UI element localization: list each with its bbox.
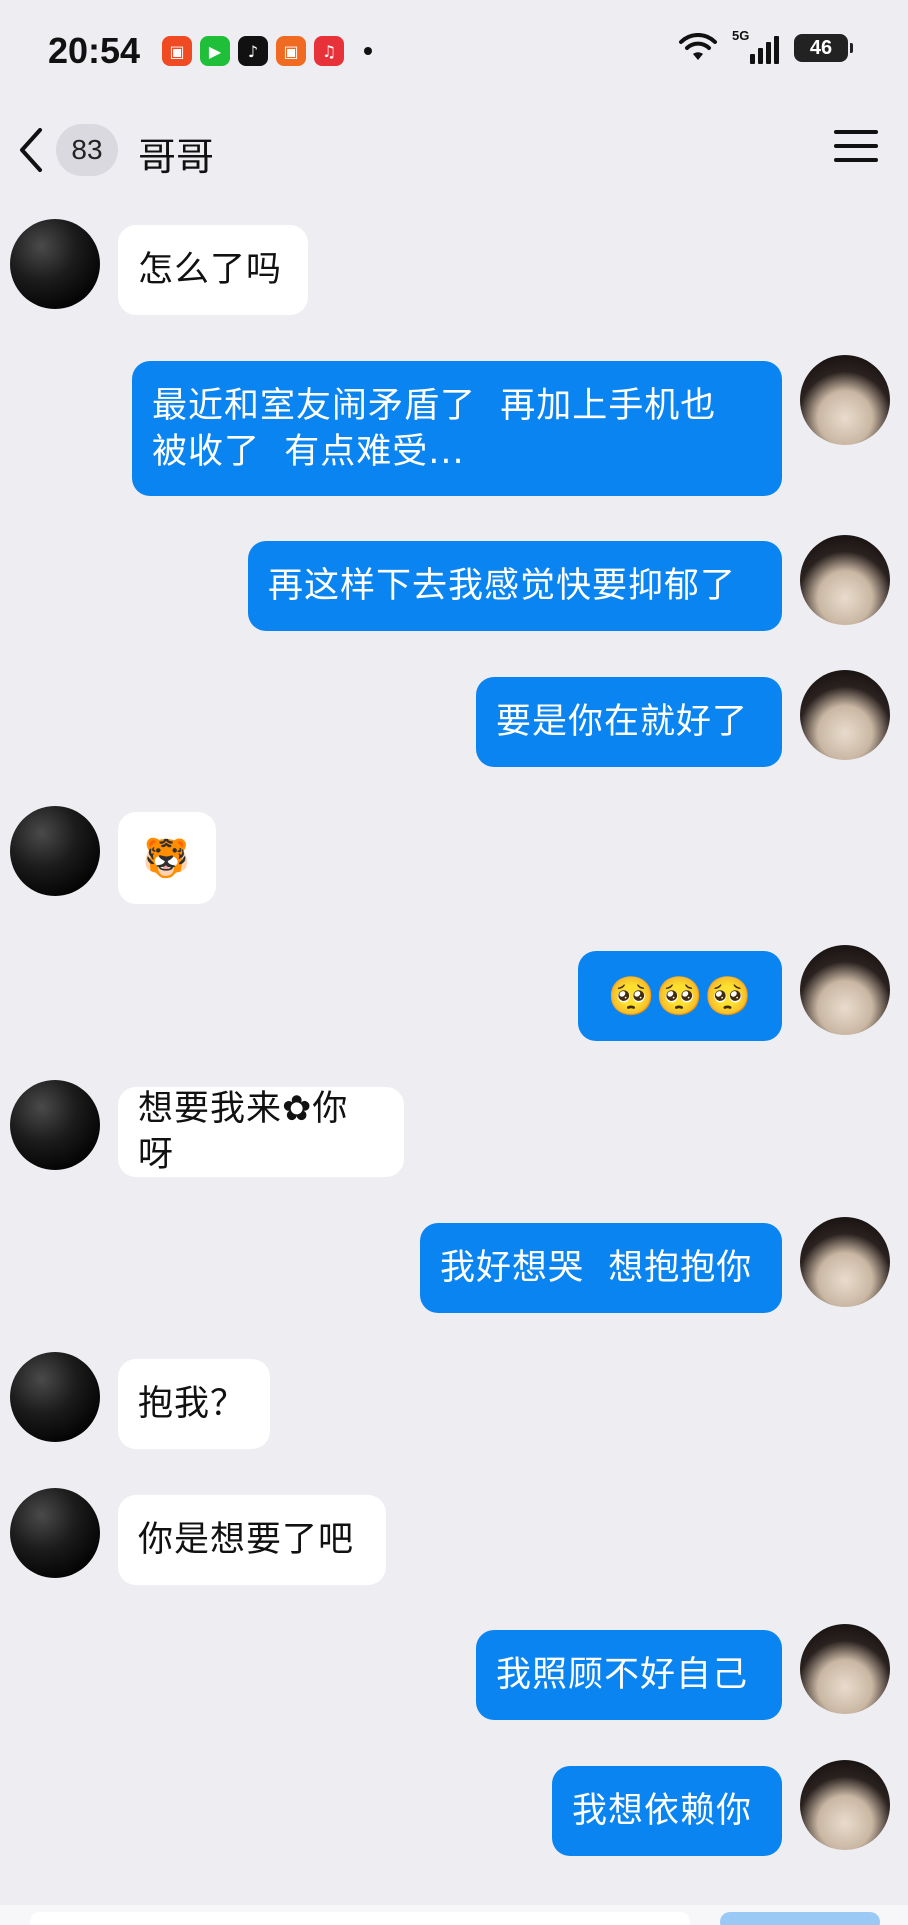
contact-avatar[interactable] xyxy=(10,1352,100,1442)
contact-avatar[interactable] xyxy=(10,219,100,309)
message-bubble-sent[interactable]: 🥺🥺🥺 xyxy=(578,951,782,1041)
message-bubble-received[interactable]: 怎么了吗 xyxy=(118,225,308,315)
menu-icon-line xyxy=(834,130,878,134)
battery-icon: 46 xyxy=(794,34,853,62)
kuaishou-speed-icon: ▣ xyxy=(276,36,306,66)
my-avatar[interactable] xyxy=(800,1624,890,1714)
menu-button[interactable] xyxy=(834,130,878,170)
pleading-face-icon: 🥺🥺🥺 xyxy=(607,974,753,1018)
message-bubble-sent[interactable]: 我想依赖你 xyxy=(552,1766,782,1856)
my-avatar[interactable] xyxy=(800,535,890,625)
cellular-signal-icon: 5G xyxy=(732,28,780,64)
contact-avatar[interactable] xyxy=(10,1080,100,1170)
contact-avatar[interactable] xyxy=(10,1488,100,1578)
my-avatar[interactable] xyxy=(800,355,890,445)
message-bubble-sent[interactable]: 我照顾不好自己 xyxy=(476,1630,782,1720)
network-type-label: 5G xyxy=(732,28,750,43)
send-button[interactable] xyxy=(720,1912,880,1925)
my-avatar[interactable] xyxy=(800,670,890,760)
message-input[interactable] xyxy=(30,1912,690,1925)
menu-icon-line xyxy=(834,144,878,148)
my-avatar[interactable] xyxy=(800,945,890,1035)
message-bubble-sent[interactable]: 我好想哭 想抱抱你 xyxy=(420,1223,782,1313)
tiger-sticker-icon: 🐯 xyxy=(142,836,192,880)
menu-icon-line xyxy=(834,158,878,162)
back-button[interactable] xyxy=(12,122,52,178)
contact-name: 哥哥 xyxy=(138,135,215,179)
battery-level: 46 xyxy=(809,36,833,59)
chat-screen: 20:54 ▣ ▶ ♪ ▣ ♫ 5G 46 83 哥哥 怎么了吗 最近和室友闹矛… xyxy=(0,0,908,1925)
status-bar: 20:54 ▣ ▶ ♪ ▣ ♫ 5G 46 xyxy=(0,0,908,100)
unread-count-badge[interactable]: 83 xyxy=(56,124,118,176)
my-avatar[interactable] xyxy=(800,1217,890,1307)
message-bubble-received[interactable]: 抱我？ xyxy=(118,1359,270,1449)
live-icon: ▶ xyxy=(200,36,230,66)
music-icon: ♫ xyxy=(314,36,344,66)
more-notifications-dot xyxy=(364,47,372,55)
message-bubble-sent[interactable]: 再这样下去我感觉快要抑郁了 xyxy=(248,541,782,631)
system-icons: 5G 46 xyxy=(678,28,853,64)
message-bubble-sticker[interactable]: 🐯 xyxy=(118,812,216,904)
message-bubble-received[interactable]: 你是想要了吧 xyxy=(118,1495,386,1585)
message-bubble-received[interactable]: 想要我来✿你呀 xyxy=(118,1087,404,1177)
notification-app-icons: ▣ ▶ ♪ ▣ ♫ xyxy=(162,36,372,66)
wifi-icon xyxy=(679,33,717,60)
message-bubble-sent[interactable]: 要是你在就好了 xyxy=(476,677,782,767)
status-time: 20:54 xyxy=(48,30,141,71)
chat-header: 83 哥哥 xyxy=(0,100,908,200)
message-bubble-sent[interactable]: 最近和室友闹矛盾了 再加上手机也 被收了 有点难受... xyxy=(132,361,782,496)
tiktok-icon: ♪ xyxy=(238,36,268,66)
my-avatar[interactable] xyxy=(800,1760,890,1850)
contact-avatar[interactable] xyxy=(10,806,100,896)
kuaishou-icon: ▣ xyxy=(162,36,192,66)
